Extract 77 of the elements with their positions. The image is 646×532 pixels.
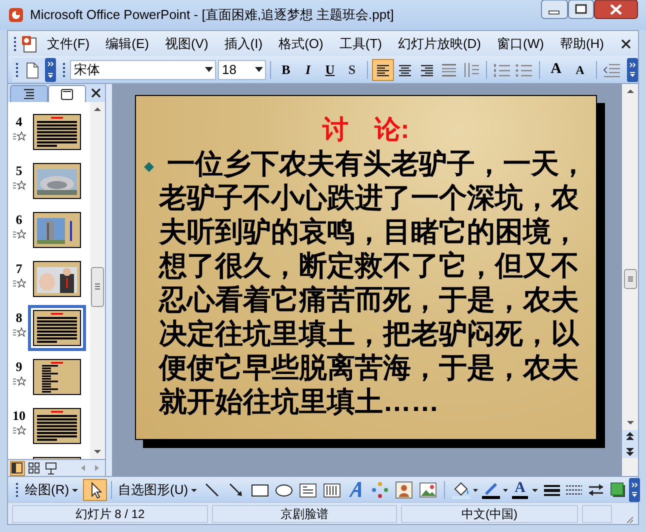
align-left-button[interactable] [372, 58, 394, 80]
font-dropdown[interactable]: 宋体 [70, 60, 216, 80]
minimize-button[interactable] [541, 0, 568, 19]
toolbar-grip-icon [14, 36, 17, 52]
autoshapes-menu[interactable]: 自选图形(U) [116, 480, 200, 500]
clip-art-icon[interactable] [393, 478, 416, 500]
shrink-font-button[interactable]: A [568, 58, 592, 80]
slide-text-drawing [34, 115, 80, 149]
slide-number: 10 [12, 408, 26, 423]
draw-menu[interactable]: 绘图(R) [23, 480, 82, 500]
slide-show-button[interactable] [44, 460, 59, 476]
slide-icon [61, 88, 73, 100]
menu-item[interactable]: 窗口(W) [489, 34, 552, 54]
slide-text-drawing [34, 409, 80, 443]
star-icon [12, 180, 26, 190]
menu-item[interactable]: 工具(T) [331, 34, 390, 54]
star-icon [12, 229, 26, 239]
previous-slide-button[interactable] [622, 430, 638, 444]
menu-item[interactable]: 插入(I) [216, 34, 271, 54]
star-icon [12, 376, 26, 386]
slide-text-drawing [34, 311, 80, 345]
close-button[interactable] [594, 0, 638, 19]
slide-number: 5 [16, 163, 22, 178]
scrollbar-thumb[interactable] [91, 267, 104, 307]
menu-item[interactable]: 视图(V) [156, 34, 216, 54]
italic-button[interactable]: I [297, 58, 319, 80]
outline-icon [23, 89, 35, 99]
app-icon[interactable] [8, 7, 24, 23]
bold-button[interactable]: B [275, 58, 297, 80]
font-size-dropdown[interactable]: 18 [218, 60, 266, 80]
menu-item[interactable]: 幻灯片放映(D) [390, 34, 490, 54]
slide-number: 4 [16, 114, 22, 129]
toolbar-grip-icon [16, 482, 19, 498]
slide-number: 8 [16, 310, 22, 325]
toolbar-options-icon[interactable] [629, 478, 640, 502]
resize-grip-icon [624, 514, 634, 524]
bullet-icon [144, 162, 154, 172]
toolbar-grip-icon [63, 62, 66, 78]
font-color-button[interactable]: A [511, 480, 540, 498]
dropdown-arrow-icon [255, 67, 263, 72]
shadow-button[interactable]: S [341, 58, 363, 80]
dropdown-arrow-icon [205, 67, 213, 72]
select-pointer-button[interactable] [83, 478, 108, 500]
outline-tab[interactable] [10, 85, 48, 102]
close-icon[interactable] [91, 88, 101, 98]
toolbar-options-icon[interactable] [627, 58, 638, 82]
status-field: 中文(中国) [401, 504, 578, 522]
slide-body-text: 一位乡下农夫有头老驴子，一天，老驴子不小心跌进了一个深坑，农夫听到驴的哀鸣，目睹它的困境，想了很久，断定救不了它，但又不忍心看着它痛苦而死，于是，农夫决定往坑里填土，把老驴闷死，以便使它早些脱离苦海，于是，农夫就开始往坑里填土…… [159, 147, 588, 419]
window-title: Microsoft Office PowerPoint - [直面困难,追逐梦想 主题班会.ppt] [30, 6, 394, 24]
grow-font-button[interactable]: A [544, 58, 568, 80]
normal-view-button[interactable] [10, 460, 25, 476]
menu-item[interactable]: 编辑(E) [98, 34, 157, 54]
slide-number: 7 [16, 261, 22, 276]
scrollbar-thumb[interactable] [624, 269, 636, 289]
menu-item[interactable]: 文件(F) [39, 34, 98, 54]
status-field: 京剧脸谱 [212, 504, 397, 522]
next-slide-button[interactable] [622, 444, 638, 458]
maximize-button[interactable] [568, 0, 594, 19]
close-icon[interactable] [620, 38, 632, 50]
slide-sorter-button[interactable] [27, 460, 42, 476]
star-icon [12, 327, 26, 337]
slides-tab[interactable] [48, 85, 86, 102]
menu-item[interactable]: 格式(O) [270, 34, 332, 54]
underline-button[interactable]: U [319, 58, 341, 80]
slide-text-drawing [34, 360, 80, 394]
slide-thumbnail[interactable] [28, 305, 86, 351]
menu-item[interactable]: 帮助(H) [552, 34, 612, 54]
star-icon [12, 425, 26, 435]
star-icon [12, 278, 26, 288]
slide-number: 6 [16, 212, 22, 227]
toolbar-grip-icon [16, 62, 19, 78]
slide-title: 讨 论: [321, 113, 410, 146]
toolbar-options-icon[interactable] [45, 58, 56, 82]
slide-number: 9 [16, 359, 22, 374]
status-field: 幻灯片 8 / 12 [12, 504, 208, 522]
document-icon[interactable] [21, 34, 39, 52]
star-icon [12, 131, 26, 141]
